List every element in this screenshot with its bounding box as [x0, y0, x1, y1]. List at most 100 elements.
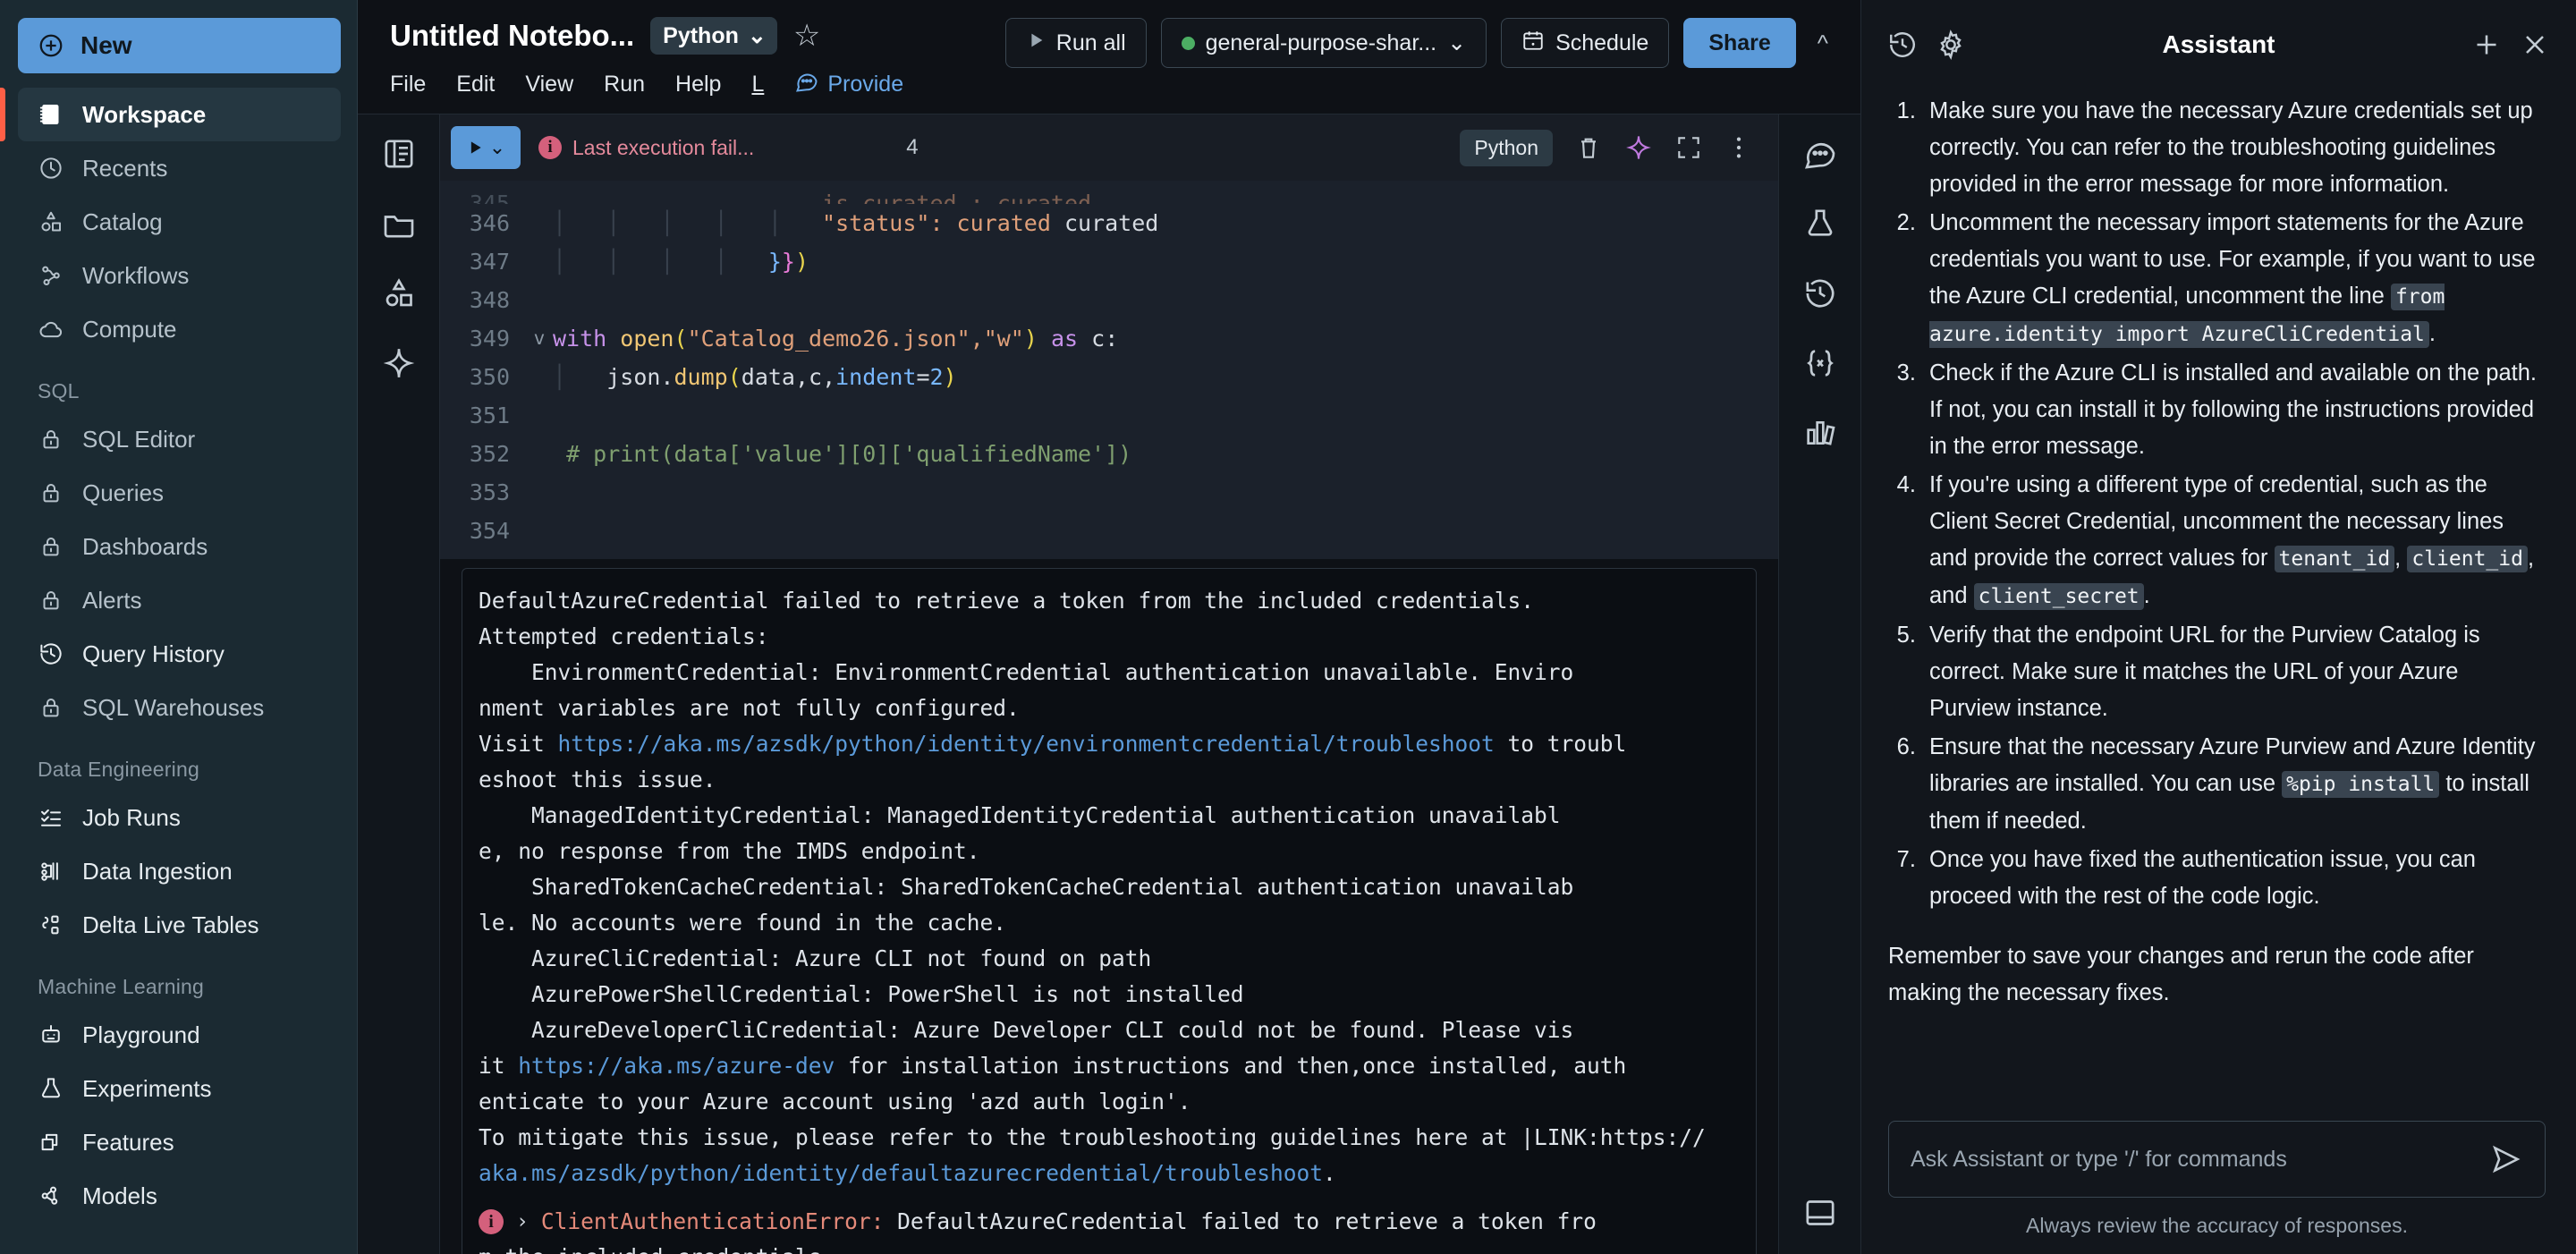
sidebar-sections: SQL SQL Editor Queries Dashboards Alerts Quer…: [0, 356, 357, 1223]
output-link[interactable]: https://aka.ms/azure-dev: [518, 1053, 835, 1079]
sparkle-icon[interactable]: [1624, 133, 1653, 162]
output-link[interactable]: aka.ms/azsdk/python/identity/defaultazur…: [479, 1160, 1323, 1186]
sidebar-item-label: Query History: [82, 640, 225, 667]
output-line: To mitigate this issue, please refer to …: [479, 1124, 1706, 1150]
schedule-button[interactable]: Schedule: [1501, 18, 1670, 68]
menu-item-edit[interactable]: Edit: [456, 72, 495, 97]
gear-icon[interactable]: [1935, 29, 1967, 61]
chevron-up-icon[interactable]: ^: [1810, 30, 1835, 57]
code-editor[interactable]: 345 is_curated : curated, 346 │ │ │ │ │ …: [440, 181, 1778, 559]
menu-item-view[interactable]: View: [525, 72, 573, 97]
sidebar-item-job-runs[interactable]: Job Runs: [18, 791, 341, 844]
inline-code: client_secret: [1973, 583, 2144, 610]
sidebar-item-experiments[interactable]: Experiments: [18, 1062, 341, 1115]
sidebar-item-dashboards[interactable]: Dashboards: [18, 520, 341, 573]
code-text: │ │ │ │ │ "status": curated curated: [553, 210, 1159, 236]
fold-toggle[interactable]: v: [526, 319, 553, 358]
line-number: 350: [469, 364, 510, 390]
menu-item-file[interactable]: File: [390, 72, 426, 97]
revision-history-icon[interactable]: [1802, 275, 1838, 311]
comment-icon[interactable]: [1802, 136, 1838, 172]
output-line: AzureDeveloperCliCredential: Azure Devel…: [479, 1017, 1574, 1043]
delta-icon: [38, 911, 64, 938]
variables-icon[interactable]: [1802, 345, 1838, 381]
cluster-selector[interactable]: general-purpose-shar... ⌄: [1160, 18, 1487, 68]
code-line: 346 │ │ │ │ │ "status": curated curated: [440, 204, 1778, 242]
lock-icon: [38, 426, 64, 453]
cell-status-label: Last execution fail...: [572, 135, 755, 159]
sidebar-item-workspace[interactable]: Workspace: [18, 88, 341, 141]
sparkle-icon[interactable]: [381, 345, 417, 381]
expand-caret-icon[interactable]: ›: [516, 1204, 529, 1240]
sidebar-item-compute[interactable]: Compute: [18, 302, 341, 356]
schedule-label: Schedule: [1555, 30, 1649, 55]
error-info-icon: i: [479, 1209, 504, 1234]
trash-icon[interactable]: [1574, 133, 1603, 162]
cell-language-chip[interactable]: Python: [1460, 129, 1553, 166]
output-link[interactable]: https://aka.ms/azsdk/python/identity/env…: [558, 731, 1495, 757]
table-of-contents-icon[interactable]: [381, 136, 417, 172]
assistant-input[interactable]: Ask Assistant or type '/' for commands: [1888, 1121, 2546, 1198]
run-all-button[interactable]: Run all: [1004, 18, 1147, 68]
robot-icon: [38, 1021, 64, 1048]
folder-icon[interactable]: [381, 206, 417, 241]
sidebar-item-sql-editor[interactable]: SQL Editor: [18, 412, 341, 466]
history-icon[interactable]: [1886, 29, 1919, 61]
clock-icon: [38, 155, 64, 182]
execution-count: 4: [906, 135, 919, 159]
output-error-header[interactable]: i › ClientAuthenticationError: DefaultAz…: [462, 1191, 1756, 1240]
fold-toggle: [526, 396, 553, 435]
run-all-label: Run all: [1055, 30, 1126, 55]
sidebar-item-label: Features: [82, 1128, 174, 1156]
notebook-cells[interactable]: ⌄ i Last execution fail... 4 Python 345 …: [440, 114, 1778, 1254]
sidebar-item-sql-warehouses[interactable]: SQL Warehouses: [18, 681, 341, 734]
experiments-flask-icon[interactable]: [1802, 206, 1838, 241]
cell-execution-status: i Last execution fail...: [538, 136, 754, 160]
chart-icon[interactable]: [1802, 415, 1838, 451]
sidebar-item-query-history[interactable]: Query History: [18, 627, 341, 681]
menu-item-run[interactable]: Run: [604, 72, 645, 97]
panel-bottom-icon[interactable]: [1802, 1195, 1838, 1231]
favorite-star-icon[interactable]: ☆: [793, 21, 820, 51]
output-line: it https://aka.ms/azure-dev for installa…: [479, 1053, 1627, 1079]
more-vertical-icon[interactable]: [1724, 133, 1753, 162]
close-icon[interactable]: [2519, 29, 2551, 61]
catalog-icon[interactable]: [381, 275, 417, 311]
menu-item-help[interactable]: Help: [675, 72, 721, 97]
sidebar-item-label: Workspace: [82, 100, 207, 128]
assistant-step: Verify that the endpoint URL for the Pur…: [1922, 617, 2546, 727]
sidebar-item-playground[interactable]: Playground: [18, 1008, 341, 1062]
sidebar-item-workflows[interactable]: Workflows: [18, 249, 341, 302]
notebook-title-block: Untitled Notebo... Python ⌄ ☆ File Edit …: [390, 13, 903, 106]
code-line: 351: [440, 396, 1778, 435]
fullscreen-icon[interactable]: [1674, 133, 1703, 162]
new-button[interactable]: New: [18, 18, 341, 73]
sidebar-item-recents[interactable]: Recents: [18, 141, 341, 195]
sidebar-item-data-ingestion[interactable]: Data Ingestion: [18, 844, 341, 898]
sidebar-item-alerts[interactable]: Alerts: [18, 573, 341, 627]
fold-toggle: [526, 281, 553, 319]
sidebar-item-features[interactable]: Features: [18, 1115, 341, 1169]
sidebar-item-delta-live-tables[interactable]: Delta Live Tables: [18, 898, 341, 952]
fold-toggle: [526, 358, 553, 396]
sidebar-item-label: Recents: [82, 154, 168, 182]
code-token: open: [620, 326, 674, 352]
sidebar-item-catalog[interactable]: Catalog: [18, 195, 341, 249]
send-icon[interactable]: [2489, 1142, 2523, 1176]
provide-feedback-link[interactable]: Provide: [794, 69, 903, 100]
share-button[interactable]: Share: [1683, 18, 1796, 68]
cell-toolbar: ⌄ i Last execution fail... 4 Python: [440, 114, 1778, 181]
code-line: 353: [440, 473, 1778, 512]
sidebar-item-models[interactable]: Models: [18, 1169, 341, 1223]
chevron-down-icon: ⌄: [488, 136, 506, 158]
plus-icon[interactable]: [2470, 29, 2503, 61]
page-title: Untitled Notebo...: [390, 19, 635, 52]
output-line: e, no response from the IMDS endpoint.: [479, 838, 980, 864]
run-cell-button[interactable]: ⌄: [451, 126, 521, 169]
notebook-language-selector[interactable]: Python ⌄: [650, 17, 777, 55]
sidebar-item-queries[interactable]: Queries: [18, 466, 341, 520]
sidebar-primary-items: Workspace Recents Catalog Workflows Compute: [0, 88, 357, 356]
